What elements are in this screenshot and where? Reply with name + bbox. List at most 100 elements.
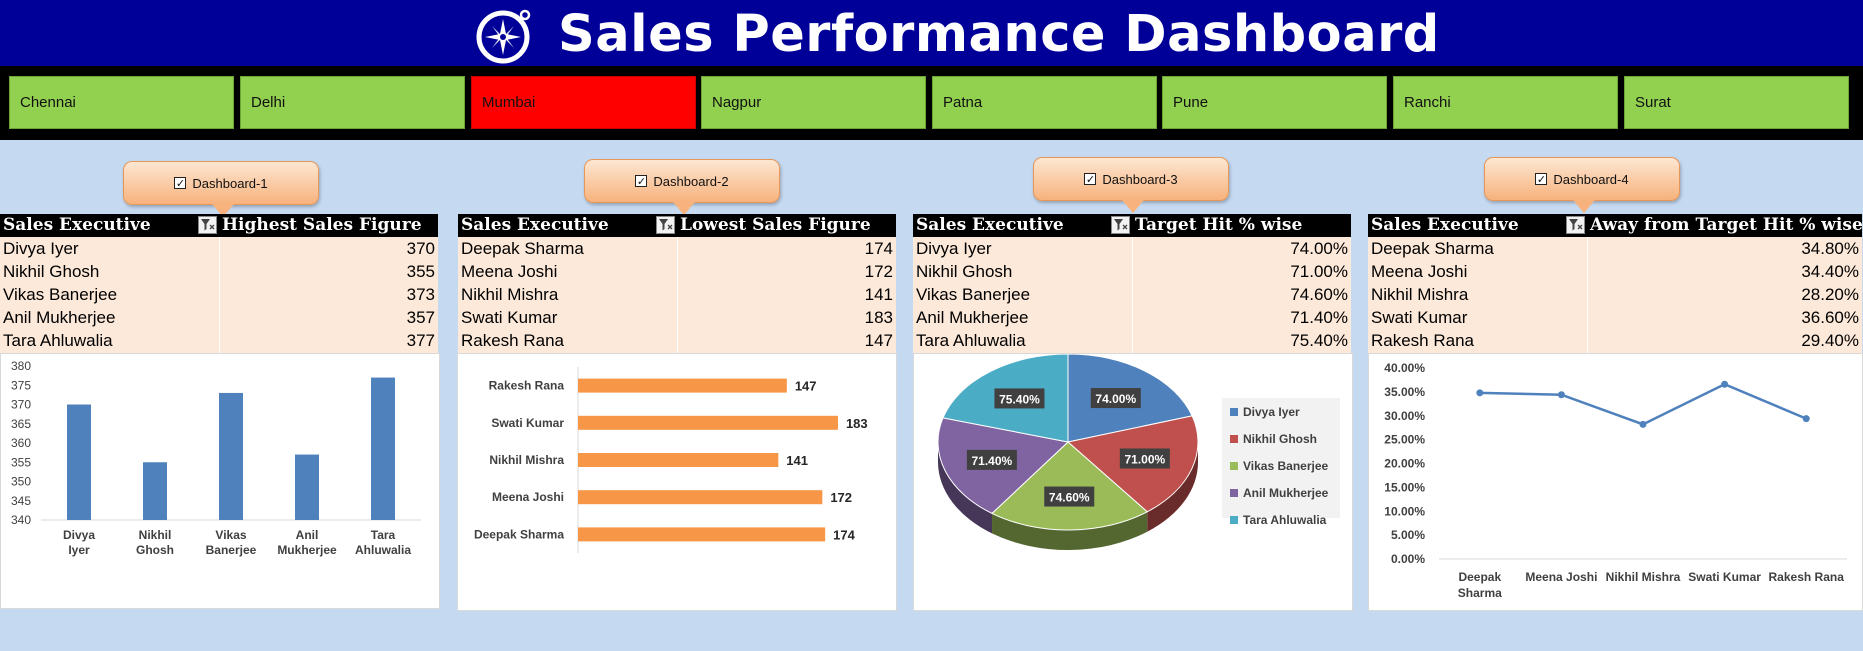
- filter-icon[interactable]: [656, 216, 675, 234]
- legend-swatch: [1230, 435, 1238, 443]
- y-tick-label: 15.00%: [1384, 480, 1425, 494]
- away-from-target-line-chart: 0.00% 5.00% 10.00% 15.00% 20.00% 25.00% 30.00%…: [1384, 361, 1847, 600]
- filter-icon[interactable]: [1566, 216, 1585, 234]
- bar: [578, 453, 779, 467]
- column-divider: [677, 237, 678, 353]
- column-divider: [219, 237, 220, 353]
- city-button-mumbai[interactable]: Mumbai: [471, 76, 696, 129]
- y-tick-label: 350: [11, 475, 31, 489]
- dashboard-3-label: Dashboard-3: [1102, 171, 1178, 187]
- dashboard-2-toggle[interactable]: ✓ Dashboard-2: [584, 159, 780, 215]
- highest-sales-chart: 340 345 350 355 360 365 370 375 380 Divya Iyer Nikh…: [0, 353, 440, 609]
- y-tick-label: 380: [11, 359, 31, 373]
- dashboard-1-label: Dashboard-1: [192, 175, 268, 191]
- city-button-patna[interactable]: Patna: [932, 76, 1157, 129]
- table-row: Rakesh Rana 29.40%: [1368, 329, 1862, 352]
- city-button-nagpur[interactable]: Nagpur: [701, 76, 926, 129]
- checkbox-checked-icon[interactable]: ✓: [1535, 173, 1548, 186]
- city-button-ranchi[interactable]: Ranchi: [1393, 76, 1618, 129]
- data-point: [1557, 391, 1565, 399]
- cell-name: Tara Ahluwalia: [916, 331, 1026, 350]
- compass-star-icon: [476, 9, 531, 64]
- checkbox-checked-icon[interactable]: ✓: [1084, 173, 1097, 186]
- data-label: 71.00%: [1124, 452, 1165, 466]
- bar: [67, 404, 91, 520]
- cell-value: 29.40%: [1801, 331, 1859, 350]
- cell-value: 355: [406, 262, 435, 281]
- cell-name: Rakesh Rana: [1371, 331, 1475, 350]
- cell-name: Deepak Sharma: [461, 239, 584, 258]
- cell-value: 34.80%: [1801, 239, 1859, 258]
- page-title: Sales Performance Dashboard: [558, 5, 1440, 64]
- checkbox-checked-icon[interactable]: ✓: [174, 177, 187, 190]
- legend-label: Divya Iyer: [1243, 405, 1300, 419]
- cell-value: 172: [864, 262, 893, 281]
- cell-value: 183: [864, 308, 893, 327]
- cell-value: 370: [406, 239, 435, 258]
- city-button-delhi[interactable]: Delhi: [240, 76, 465, 129]
- cell-name: Swati Kumar: [1371, 308, 1468, 327]
- data-label: 74.00%: [1095, 392, 1136, 406]
- y-tick-label: 345: [11, 494, 31, 508]
- column-header-executive: Sales Executive: [916, 215, 1064, 235]
- cell-value: 377: [406, 331, 435, 350]
- bar: [143, 462, 167, 520]
- y-tick-label: 35.00%: [1384, 385, 1425, 399]
- cell-name: Rakesh Rana: [461, 331, 565, 350]
- legend-label: Tara Ahluwalia: [1243, 513, 1327, 527]
- column-header-executive: Sales Executive: [3, 215, 151, 235]
- bar: [578, 415, 838, 430]
- dashboard-2-label: Dashboard-2: [653, 173, 729, 189]
- y-tick-label: 355: [11, 455, 31, 469]
- dashboard-4-toggle[interactable]: ✓ Dashboard-4: [1484, 157, 1680, 213]
- column-header-executive: Sales Executive: [1371, 215, 1519, 235]
- city-button-pune[interactable]: Pune: [1162, 76, 1387, 129]
- city-button-surat[interactable]: Surat: [1624, 76, 1849, 129]
- data-label: 74.60%: [1049, 491, 1090, 505]
- series-line: [1479, 382, 1807, 426]
- x-tick-label: Ghosh: [136, 543, 174, 557]
- y-tick-label: 365: [11, 417, 31, 431]
- city-button-chennai[interactable]: Chennai: [9, 76, 234, 129]
- x-tick-label: Sharma: [1458, 586, 1502, 600]
- x-tick-label: Nikhil Mishra: [1606, 570, 1681, 584]
- bar: [219, 392, 243, 520]
- dashboard-3-toggle[interactable]: ✓ Dashboard-3: [1033, 157, 1229, 213]
- data-label: 141: [786, 453, 808, 468]
- cell-name: Deepak Sharma: [1371, 239, 1494, 258]
- column-header-metric: Away from Target Hit % wise: [1590, 215, 1863, 235]
- y-tick-label: Rakesh Rana: [489, 379, 565, 393]
- data-label: 75.40%: [999, 392, 1040, 406]
- filter-icon[interactable]: [198, 216, 217, 234]
- dashboard-1-toggle[interactable]: ✓ Dashboard-1: [123, 161, 319, 217]
- x-tick-label: Tara: [371, 528, 396, 542]
- checkbox-checked-icon[interactable]: ✓: [635, 175, 648, 188]
- table-row: Swati Kumar 36.60%: [1368, 306, 1862, 329]
- table-header: Sales Executive Target Hit % wise: [913, 214, 1351, 237]
- cell-value: 28.20%: [1801, 285, 1859, 304]
- highest-sales-bar-chart: 340 345 350 355 360 365 370 375 380 DivyaIyer Nikh…: [11, 359, 421, 557]
- cell-value: 71.40%: [1290, 308, 1348, 327]
- legend-swatch: [1230, 408, 1238, 416]
- data-point: [1721, 380, 1729, 388]
- legend-swatch: [1230, 462, 1238, 470]
- y-tick-label: 25.00%: [1384, 433, 1425, 447]
- cell-value: 75.40%: [1290, 331, 1348, 350]
- cell-value: 141: [864, 285, 893, 304]
- legend-label: Vikas Banerjee: [1243, 459, 1328, 473]
- y-tick-label: 375: [11, 378, 31, 392]
- cell-value: 36.60%: [1801, 308, 1859, 327]
- y-tick-label: Deepak Sharma: [474, 527, 564, 541]
- bar: [371, 377, 395, 520]
- cell-value: 71.00%: [1290, 262, 1348, 281]
- bar: [578, 527, 826, 542]
- y-tick-label: 20.00%: [1384, 457, 1425, 471]
- x-tick-label: Anil: [296, 528, 319, 542]
- data-point: [1476, 389, 1484, 397]
- cell-value: 34.40%: [1801, 262, 1859, 281]
- dashboard-4-label: Dashboard-4: [1553, 171, 1629, 187]
- cell-name: Meena Joshi: [461, 262, 558, 281]
- x-tick-label: Divya: [63, 528, 95, 542]
- cell-name: Nikhil Mishra: [461, 285, 559, 304]
- filter-icon[interactable]: [1111, 216, 1130, 234]
